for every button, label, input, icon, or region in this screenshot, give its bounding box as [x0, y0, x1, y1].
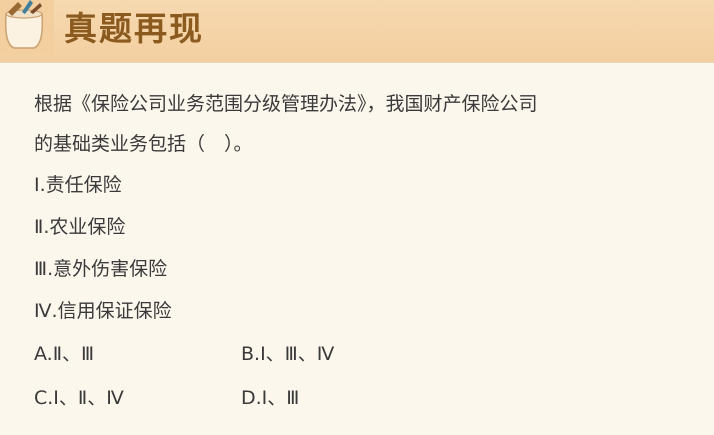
- option-c[interactable]: C.Ⅰ、Ⅱ、Ⅳ: [34, 376, 124, 420]
- page-title: 真题再现: [64, 9, 204, 48]
- question-text-line2: 的基础类业务包括（ ）。: [34, 133, 253, 155]
- question-text-line1: 根据《保险公司业务范围分级管理办法》，我国财产保险公司: [34, 93, 538, 115]
- statement-item-3: Ⅲ.意外伤害保险: [34, 258, 168, 280]
- question-card: 根据《保险公司业务范围分级管理办法》，我国财产保险公司 的基础类业务包括（ ）。…: [34, 84, 694, 420]
- statement-item-4: Ⅳ.信用保证保险: [34, 300, 172, 322]
- option-a[interactable]: A.Ⅱ、Ⅲ: [34, 332, 94, 376]
- option-b[interactable]: B.Ⅰ、Ⅲ、Ⅳ: [241, 332, 334, 376]
- pencil-cup-icon: [0, 0, 54, 54]
- option-d[interactable]: D.Ⅰ、Ⅲ: [241, 376, 299, 420]
- options-row-2: C.Ⅰ、Ⅱ、Ⅳ D.Ⅰ、Ⅲ: [34, 376, 694, 420]
- options-row-1: A.Ⅱ、Ⅲ B.Ⅰ、Ⅲ、Ⅳ: [34, 332, 694, 376]
- statement-item-2: Ⅱ.农业保险: [34, 216, 126, 238]
- header-bar: 真题再现: [0, 0, 714, 63]
- statement-item-1: Ⅰ.责任保险: [34, 174, 122, 196]
